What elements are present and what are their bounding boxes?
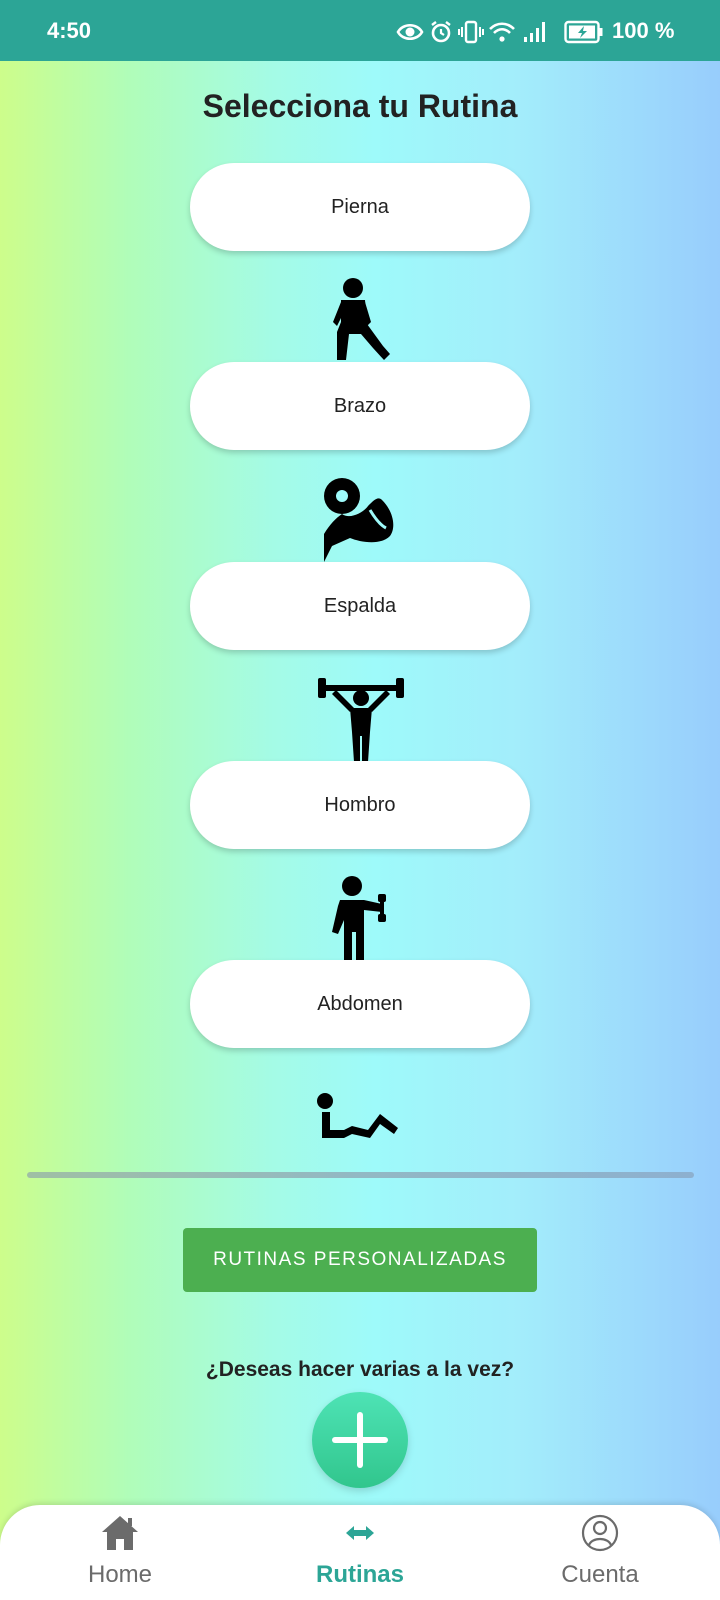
nav-cuenta-label: Cuenta: [561, 1561, 639, 1588]
nav-cuenta[interactable]: Cuenta: [500, 1505, 700, 1600]
arrows-horizontal-icon: [346, 1526, 374, 1540]
routine-button-pierna[interactable]: Pierna: [190, 163, 530, 251]
page-title: Selecciona tu Rutina: [202, 88, 518, 124]
situp-icon: [317, 1093, 398, 1138]
battery-percentage: 100 %: [612, 18, 675, 43]
routine-button-brazo[interactable]: Brazo: [190, 362, 530, 450]
status-time: 4:50: [47, 18, 92, 43]
routine-button-hombro[interactable]: Hombro: [190, 761, 530, 849]
nav-rutinas-label: Rutinas: [315, 1561, 404, 1588]
routine-label: Espalda: [323, 594, 397, 617]
status-bar: 4:50 100 %: [0, 0, 720, 61]
nav-rutinas[interactable]: Rutinas: [260, 1505, 460, 1600]
dumbbell-raise-icon: [332, 876, 386, 960]
routine-label: Pierna: [331, 195, 389, 218]
home-icon: [102, 1516, 138, 1550]
account-icon: [581, 1514, 619, 1552]
routine-label: Abdomen: [317, 992, 403, 1015]
vibrate-icon: [458, 20, 484, 44]
signal-icon: [524, 22, 545, 42]
alarm-icon: [431, 21, 451, 43]
weightlifter-icon: [318, 678, 404, 762]
battery-charging-icon: [564, 20, 603, 44]
nav-home-label: Home: [87, 1561, 153, 1588]
bottom-navigation: Home Rutinas Cuenta: [0, 1505, 720, 1600]
plus-icon: [332, 1412, 388, 1468]
multi-routine-question: ¿Deseas hacer varias a la vez?: [205, 1358, 515, 1381]
bicep-flex-icon: [324, 478, 394, 562]
routine-button-abdomen[interactable]: Abdomen: [190, 960, 530, 1048]
routine-label: Brazo: [333, 394, 387, 417]
custom-routines-button[interactable]: RUTINAS PERSONALIZADAS: [183, 1228, 537, 1292]
add-multiple-routines-button[interactable]: [312, 1392, 408, 1488]
wifi-icon: [489, 22, 515, 42]
eye-icon: [396, 23, 424, 41]
routine-label: Hombro: [324, 793, 396, 816]
routine-button-espalda[interactable]: Espalda: [190, 562, 530, 650]
nav-home[interactable]: Home: [20, 1505, 220, 1600]
leg-stretch-icon: [333, 278, 390, 360]
section-divider: [27, 1172, 694, 1178]
